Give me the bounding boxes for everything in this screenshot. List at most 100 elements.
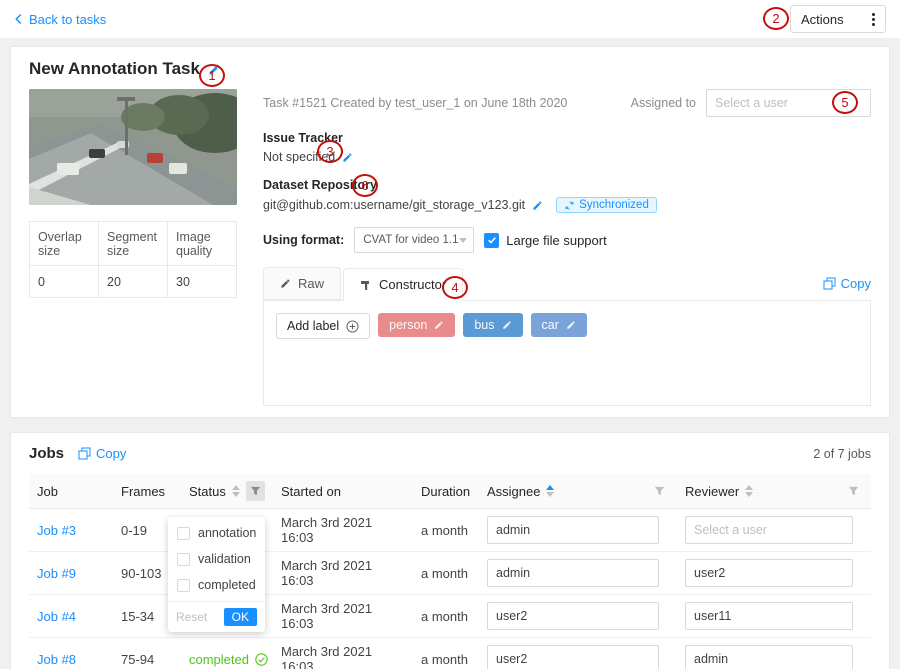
assignee-input[interactable] (487, 516, 659, 544)
plus-circle-icon (346, 320, 359, 333)
job-link[interactable]: Job #3 (37, 523, 76, 538)
sync-status-badge: Synchronized (556, 197, 657, 213)
param-header-overlap: Overlap size (30, 222, 99, 266)
assigned-to-input[interactable] (706, 89, 871, 117)
column-duration: Duration (421, 484, 470, 499)
labels-tabs: Raw Constructor Copy (263, 267, 871, 300)
reviewer-filter-icon[interactable] (843, 481, 863, 501)
back-link-label: Back to tasks (29, 12, 106, 27)
column-frames: Frames (121, 484, 165, 499)
assignee-input[interactable] (487, 645, 659, 669)
actions-button[interactable]: Actions (790, 5, 886, 33)
copy-jobs-button[interactable]: Copy (78, 446, 126, 461)
jobs-header: Jobs Copy 2 of 7 jobs (29, 445, 871, 462)
format-select-value: CVAT for video 1.1 (363, 234, 458, 246)
more-vertical-icon (872, 13, 875, 26)
column-status[interactable]: Status (189, 484, 226, 499)
assignee-input[interactable] (487, 602, 659, 630)
edit-repository-icon[interactable] (532, 200, 543, 211)
param-header-segment: Segment size (99, 222, 168, 266)
status-filter-dropdown: annotation validation completed Reset OK (168, 517, 265, 632)
tab-raw-label: Raw (298, 276, 324, 291)
filter-option-annotation[interactable]: annotation (168, 520, 265, 546)
page-title: New Annotation Task (29, 59, 200, 79)
check-icon (487, 235, 497, 245)
label-chip-bus[interactable]: bus (463, 313, 522, 337)
job-link[interactable]: Job #9 (37, 566, 76, 581)
job-duration: a month (413, 638, 479, 669)
sync-status-label: Synchronized (579, 199, 649, 211)
add-label-button[interactable]: Add label (276, 313, 370, 339)
large-file-support-label: Large file support (506, 233, 606, 248)
column-reviewer[interactable]: Reviewer (685, 484, 739, 499)
assignee-input[interactable] (487, 559, 659, 587)
reviewer-input[interactable] (685, 516, 853, 544)
label-chip-car-name: car (542, 318, 559, 332)
top-bar: Back to tasks Actions (0, 0, 900, 38)
task-meta: Task #1521 Created by test_user_1 on Jun… (263, 96, 567, 110)
job-link[interactable]: Job #4 (37, 609, 76, 624)
edit-label-icon[interactable] (502, 320, 512, 330)
assignee-sort-icon[interactable] (546, 485, 554, 497)
label-chip-person-name: person (389, 318, 427, 332)
edit-issue-tracker-icon[interactable] (342, 152, 353, 163)
filter-checkbox-completed[interactable] (177, 579, 190, 592)
filter-option-completed[interactable]: completed (168, 572, 265, 598)
filter-checkbox-annotation[interactable] (177, 527, 190, 540)
jobs-title: Jobs (29, 445, 64, 462)
job-duration: a month (413, 509, 479, 552)
label-chip-person[interactable]: person (378, 313, 455, 337)
column-started-on: Started on (281, 484, 341, 499)
edit-label-icon[interactable] (566, 320, 576, 330)
job-started: March 3rd 2021 16:03 (273, 595, 413, 638)
task-right-column: Task #1521 Created by test_user_1 on Jun… (263, 89, 871, 406)
caret-down-icon (459, 238, 467, 243)
filter-option-validation[interactable]: validation (168, 546, 265, 572)
filter-ok-button[interactable]: OK (224, 608, 257, 626)
tab-constructor[interactable]: Constructor (343, 268, 463, 301)
param-value-segment: 20 (99, 266, 168, 298)
assignee-filter-icon[interactable] (649, 481, 669, 501)
job-row-9: Job #9 90-103 March 3rd 2021 16:03 a mon… (29, 552, 871, 595)
copy-icon (78, 447, 91, 460)
jobs-count: 2 of 7 jobs (813, 447, 871, 461)
filter-reset-button[interactable]: Reset (176, 610, 207, 624)
edit-label-icon[interactable] (434, 320, 444, 330)
task-preview-image (29, 89, 237, 205)
jobs-table: Job Frames Status Started on Duration (29, 474, 871, 669)
copy-jobs-label: Copy (96, 446, 126, 461)
job-status-completed: completed (189, 652, 268, 667)
reviewer-sort-icon[interactable] (745, 485, 753, 497)
param-value-quality: 30 (168, 266, 237, 298)
task-parameters-table: Overlap size Segment size Image quality … (29, 221, 237, 298)
job-duration: a month (413, 595, 479, 638)
filter-option-completed-label: completed (198, 578, 256, 592)
back-to-tasks-link[interactable]: Back to tasks (14, 12, 106, 27)
copy-labels-label: Copy (841, 276, 871, 291)
job-frames: 75-94 (113, 638, 181, 669)
issue-tracker-label: Issue Tracker (263, 131, 871, 145)
tab-raw[interactable]: Raw (263, 267, 341, 300)
dataset-repository-url: git@github.com:username/git_storage_v123… (263, 198, 525, 212)
filter-option-validation-label: validation (198, 552, 251, 566)
status-sort-icon[interactable] (232, 485, 240, 497)
param-header-quality: Image quality (168, 222, 237, 266)
format-select[interactable]: CVAT for video 1.1 (354, 227, 474, 253)
status-filter-icon[interactable] (246, 481, 265, 501)
copy-icon (823, 277, 836, 290)
edit-task-name-icon[interactable] (208, 63, 221, 76)
filter-checkbox-validation[interactable] (177, 553, 190, 566)
jobs-card: Jobs Copy 2 of 7 jobs Job Frames Status (10, 432, 890, 669)
actions-button-label: Actions (801, 12, 844, 27)
large-file-support-checkbox[interactable] (484, 233, 499, 248)
reviewer-input[interactable] (685, 645, 853, 669)
reviewer-input[interactable] (685, 559, 853, 587)
job-duration: a month (413, 552, 479, 595)
reviewer-input[interactable] (685, 602, 853, 630)
using-format-label: Using format: (263, 233, 344, 247)
label-chip-car[interactable]: car (531, 313, 587, 337)
job-link[interactable]: Job #8 (37, 652, 76, 667)
tab-constructor-label: Constructor (379, 277, 446, 292)
copy-labels-button[interactable]: Copy (823, 276, 871, 291)
column-assignee[interactable]: Assignee (487, 484, 540, 499)
